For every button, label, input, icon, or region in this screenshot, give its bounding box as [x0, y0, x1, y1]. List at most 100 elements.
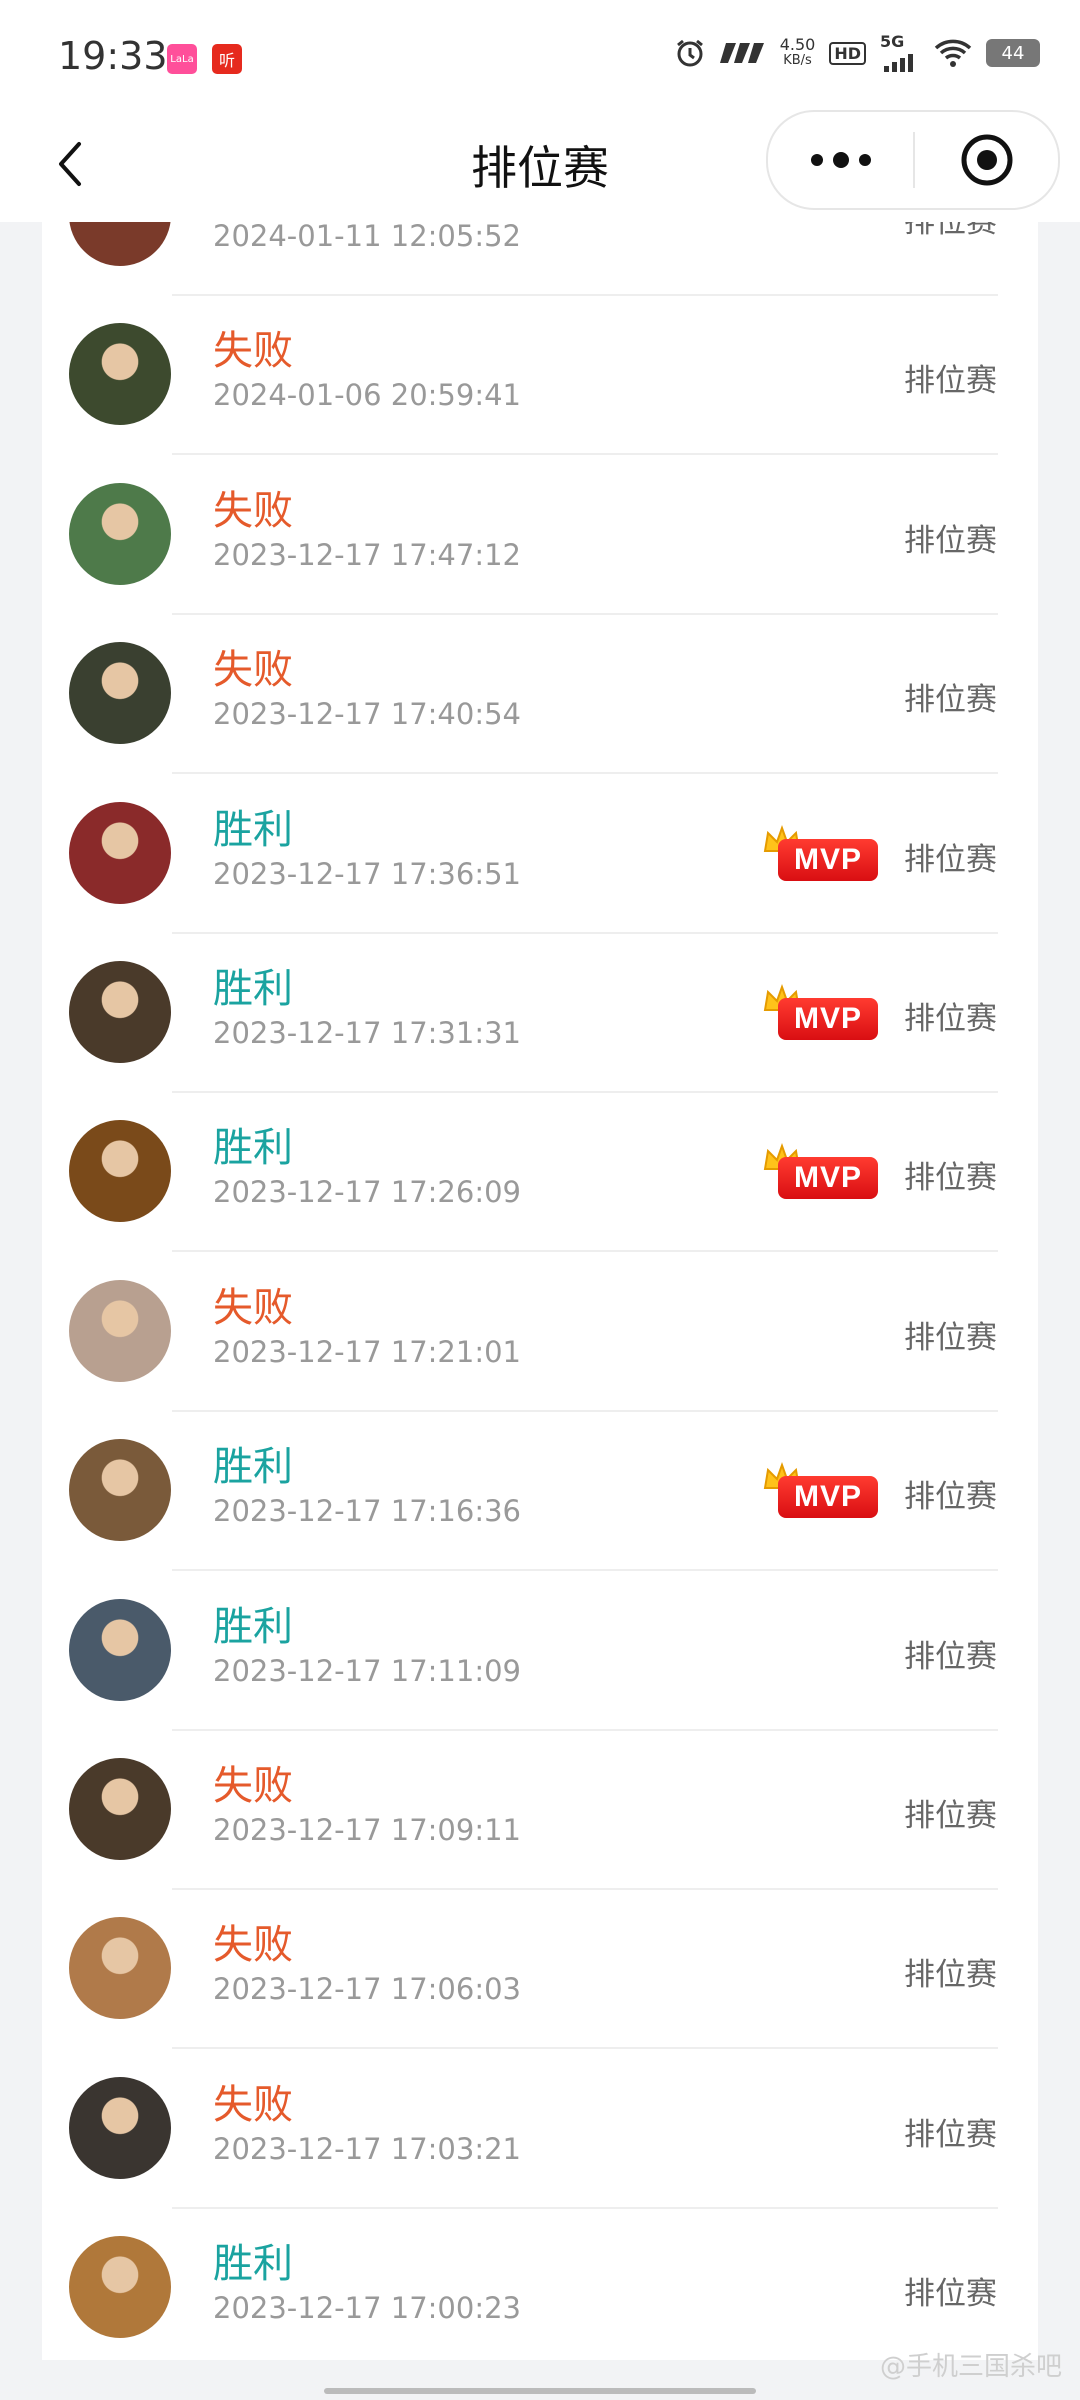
status-time: 19:33	[58, 34, 168, 78]
match-time: 2023-12-17 17:11:09	[213, 1653, 521, 1688]
match-mode: 排位赛	[904, 2276, 997, 2313]
network-speed: 4.50 KB/s	[779, 35, 816, 69]
match-result: 失败	[213, 647, 293, 694]
match-result: 胜利	[213, 2241, 293, 2288]
match-record-row[interactable]: 失败 2023-12-17 17:47:12 排位赛	[42, 456, 1038, 615]
hero-avatar	[69, 1279, 171, 1382]
hero-avatar	[69, 801, 171, 904]
match-time: 2023-12-17 17:09:11	[213, 1813, 521, 1847]
match-record-row[interactable]: 失败 2023-12-17 17:40:54 排位赛	[42, 615, 1038, 775]
hero-avatar	[69, 222, 171, 266]
match-record-list: 2024-01-11 12:05:52 排位赛 失败 2024-01-06 20:59…	[42, 222, 1038, 2360]
match-mode: 排位赛	[904, 522, 997, 559]
match-time: 2023-12-17 17:26:09	[213, 1175, 521, 1210]
hero-avatar	[69, 642, 171, 745]
match-time: 2023-12-17 17:00:23	[213, 2291, 521, 2326]
match-time: 2024-01-06 20:59:41	[213, 378, 521, 413]
mvp-label: MVP	[778, 1157, 878, 1200]
cellular-5g-icon: 5G	[880, 32, 920, 72]
match-mode: 排位赛	[904, 2116, 997, 2153]
match-result: 胜利	[213, 1603, 293, 1650]
alarm-icon	[676, 39, 703, 67]
match-mode: 排位赛	[904, 1798, 997, 1834]
more-dot-icon	[858, 154, 871, 166]
mvp-label: MVP	[778, 1476, 878, 1519]
match-mode: 排位赛	[904, 363, 997, 400]
mvp-label: MVP	[778, 838, 878, 881]
mini-program-capsule	[766, 110, 1060, 210]
match-time: 2023-12-17 17:36:51	[213, 856, 521, 891]
match-mode: 排位赛	[904, 841, 997, 878]
mvp-badge: MVP	[762, 1143, 880, 1203]
match-result: 胜利	[213, 806, 293, 853]
hero-avatar	[69, 1758, 171, 1860]
match-record-row[interactable]: 失败 2023-12-17 17:21:01 排位赛	[42, 1253, 1038, 1412]
match-result: 失败	[213, 328, 293, 375]
hd-icon: HD	[829, 41, 866, 65]
match-record-row[interactable]: 失败 2023-12-17 17:06:03 排位赛	[42, 1890, 1038, 2050]
match-mode: 排位赛	[904, 1638, 997, 1675]
match-time: 2024-01-11 12:05:52	[213, 222, 521, 253]
match-time: 2023-12-17 17:21:01	[213, 1334, 521, 1369]
hero-avatar	[69, 1598, 171, 1701]
home-indicator[interactable]	[324, 2388, 756, 2394]
match-time: 2023-12-17 17:31:31	[213, 1016, 521, 1050]
match-mode: 排位赛	[904, 222, 997, 240]
hero-avatar	[69, 482, 171, 585]
more-dot-icon	[810, 154, 823, 166]
status-icons: 4.50 KB/s HD 5G 44	[674, 32, 1040, 72]
target-close-icon	[961, 134, 1012, 186]
wifi-icon	[934, 39, 972, 67]
match-result: 失败	[213, 1284, 293, 1331]
match-mode: 排位赛	[904, 1001, 997, 1037]
hero-avatar	[69, 1917, 171, 2020]
hero-avatar	[69, 2076, 171, 2179]
mvp-badge: MVP	[762, 1462, 880, 1522]
match-record-row[interactable]: 胜利 2023-12-17 17:26:09 MVP 排位赛	[42, 1093, 1038, 1253]
match-time: 2023-12-17 17:16:36	[213, 1494, 521, 1529]
nav-bar: 排位赛	[0, 110, 1080, 222]
match-record-row[interactable]: 2024-01-11 12:05:52 排位赛	[42, 222, 1038, 296]
match-result: 失败	[213, 2081, 293, 2128]
match-mode: 排位赛	[904, 1957, 997, 1994]
match-mode: 排位赛	[904, 1479, 997, 1516]
match-mode: 排位赛	[904, 1160, 997, 1197]
mvp-label: MVP	[778, 998, 878, 1040]
match-record-row[interactable]: 胜利 2023-12-17 17:31:31 MVP 排位赛	[42, 934, 1038, 1093]
hero-avatar	[69, 323, 171, 426]
mvp-badge: MVP	[762, 984, 880, 1044]
match-time: 2023-12-17 17:03:21	[213, 2131, 521, 2166]
match-record-row[interactable]: 失败 2023-12-17 17:03:21 排位赛	[42, 2050, 1038, 2209]
more-dot-icon	[832, 152, 849, 168]
match-mode: 排位赛	[904, 682, 997, 719]
lala-app-icon: LaLa	[167, 44, 197, 74]
close-mini-program-button[interactable]	[915, 132, 1058, 188]
hero-avatar	[69, 961, 171, 1063]
match-result: 胜利	[213, 1444, 293, 1491]
hero-avatar	[69, 1439, 171, 1542]
hero-avatar	[69, 2236, 171, 2339]
match-record-row[interactable]: 胜利 2023-12-17 17:00:23 排位赛	[42, 2209, 1038, 2360]
match-time: 2023-12-17 17:06:03	[213, 1972, 521, 2007]
match-time: 2023-12-17 17:40:54	[213, 697, 521, 732]
match-time: 2023-12-17 17:47:12	[213, 537, 521, 572]
match-record-row[interactable]: 胜利 2023-12-17 17:16:36 MVP 排位赛	[42, 1412, 1038, 1572]
match-result: 失败	[213, 487, 293, 534]
match-result: 失败	[213, 1763, 293, 1809]
match-record-row[interactable]: 胜利 2023-12-17 17:11:09 排位赛	[42, 1572, 1038, 1731]
hero-avatar	[69, 1120, 171, 1223]
mvp-badge: MVP	[762, 824, 880, 885]
match-result: 胜利	[213, 1125, 293, 1172]
match-record-row[interactable]: 胜利 2023-12-17 17:36:51 MVP 排位赛	[42, 775, 1038, 934]
status-bar: 19:33 LaLa 听 4.50 KB/s HD 5G 44	[0, 0, 1080, 110]
battery-icon: 44	[986, 39, 1040, 67]
match-record-row[interactable]: 失败 2023-12-17 17:09:11 排位赛	[42, 1731, 1038, 1890]
match-record-row[interactable]: 失败 2024-01-06 20:59:41 排位赛	[42, 296, 1038, 456]
watermark: @手机三国杀吧	[879, 2352, 1062, 2382]
more-button[interactable]	[768, 112, 913, 208]
match-result: 胜利	[213, 966, 293, 1012]
listen-app-icon: 听	[212, 44, 242, 74]
match-result: 失败	[213, 1922, 293, 1969]
match-mode: 排位赛	[904, 1319, 997, 1356]
vibrate-icon	[719, 43, 764, 63]
